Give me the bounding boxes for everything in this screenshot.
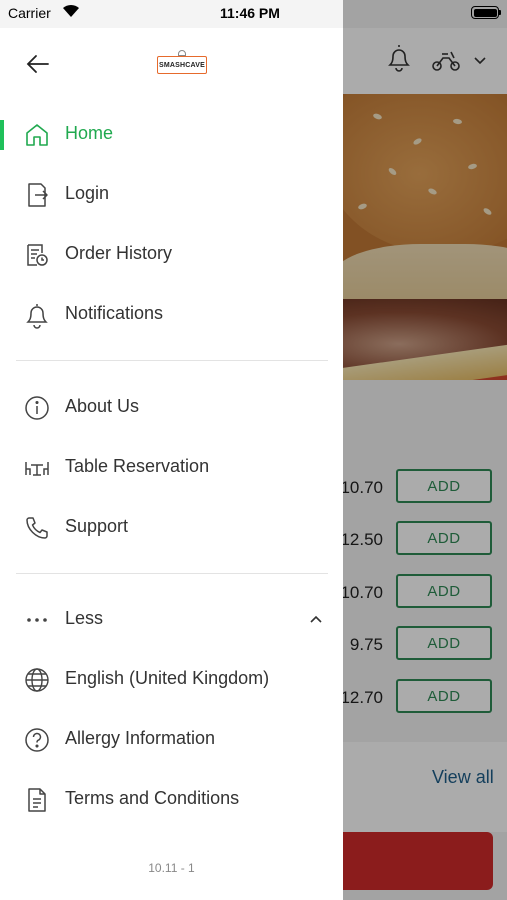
globe-icon	[23, 666, 51, 694]
document-icon	[23, 786, 51, 814]
menu-label: Notifications	[65, 303, 164, 323]
menu-item-about-us[interactable]: About Us	[0, 379, 343, 435]
order-history-icon	[23, 241, 51, 269]
status-bar: Carrier 11:46 PM	[0, 0, 507, 28]
phone-icon	[23, 514, 51, 542]
menu-item-order-history[interactable]: Order History	[0, 226, 343, 282]
menu-label: Login	[65, 183, 110, 203]
menu-item-home[interactable]: Home	[0, 106, 343, 162]
menu-label: Allergy Information	[65, 728, 216, 748]
bell-icon	[23, 301, 51, 329]
back-arrow-icon[interactable]	[24, 50, 52, 78]
battery-icon	[471, 6, 499, 19]
menu-label: Order History	[65, 243, 173, 263]
info-icon	[23, 394, 51, 422]
carrier-label: Carrier	[8, 5, 51, 21]
brand-logo-text: SMASHCAVE	[157, 56, 207, 74]
table-icon	[23, 454, 51, 482]
menu-item-notifications[interactable]: Notifications	[0, 286, 343, 342]
menu-divider	[16, 573, 328, 574]
dots-icon	[23, 606, 51, 634]
menu-toggle-less[interactable]: Less	[0, 591, 343, 647]
menu-item-login[interactable]: Login	[0, 166, 343, 222]
menu-item-table-reservation[interactable]: Table Reservation	[0, 439, 343, 495]
menu-label: Terms and Conditions	[65, 788, 240, 808]
clock: 11:46 PM	[220, 5, 280, 21]
app-version: 10.11 - 1	[148, 861, 195, 875]
menu-item-terms-and-conditions[interactable]: Terms and Conditions	[0, 771, 343, 827]
menu-label: Less	[65, 608, 104, 628]
menu-label: Table Reservation	[65, 456, 210, 476]
brand-logo: SMASHCAVE	[157, 50, 207, 76]
login-icon	[23, 181, 51, 209]
question-icon	[23, 726, 51, 754]
menu-item-language[interactable]: English (United Kingdom)	[0, 651, 343, 707]
menu-label: English (United Kingdom)	[65, 668, 270, 688]
menu-label: Support	[65, 516, 129, 536]
menu-label: Home	[65, 123, 114, 143]
active-indicator	[0, 120, 4, 150]
drawer-scrim[interactable]	[343, 0, 507, 900]
home-icon	[23, 121, 51, 149]
chevron-up-icon	[307, 611, 325, 629]
menu-divider	[16, 360, 328, 361]
menu-label: About Us	[65, 396, 140, 416]
menu-item-support[interactable]: Support	[0, 499, 343, 555]
menu-item-allergy-information[interactable]: Allergy Information	[0, 711, 343, 767]
wifi-icon	[62, 4, 80, 18]
